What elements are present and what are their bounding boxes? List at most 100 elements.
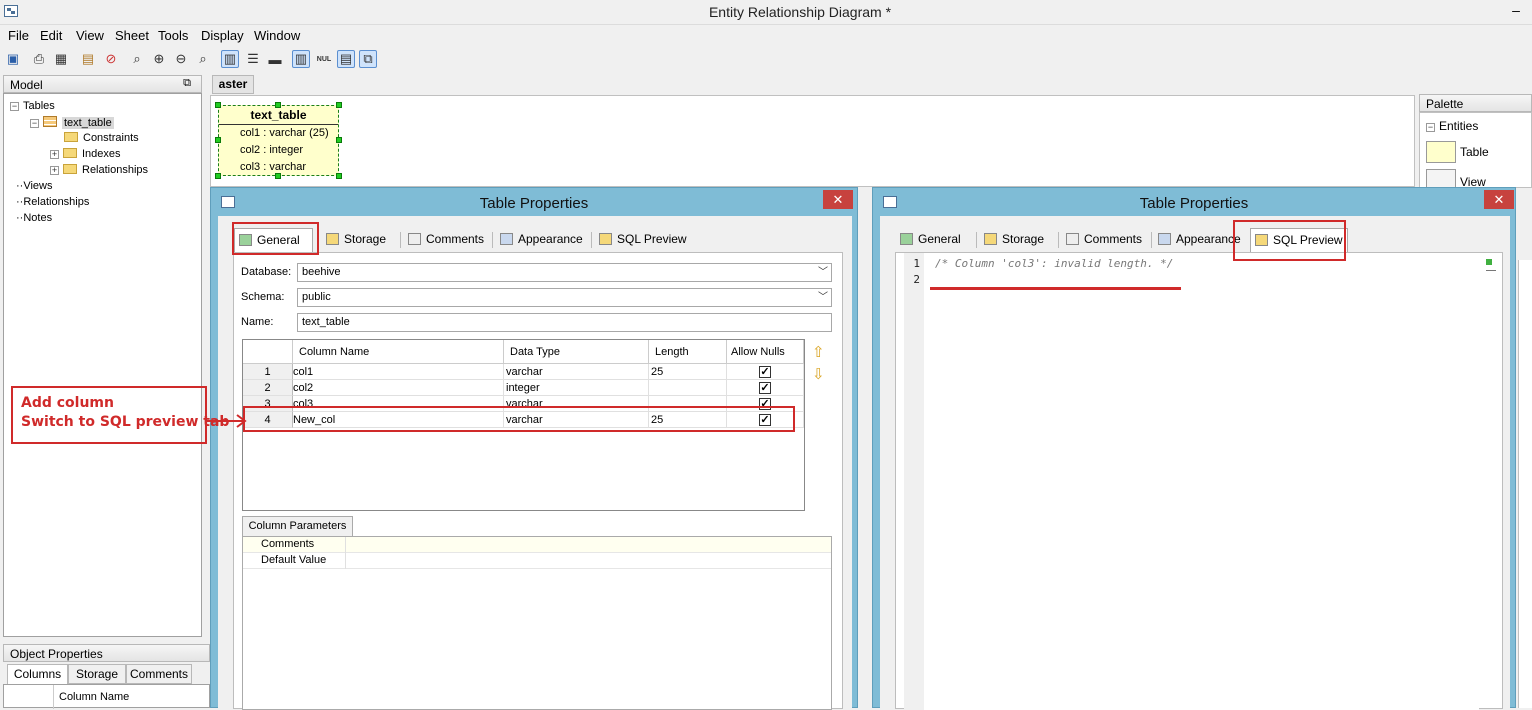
sheet-tab-aster[interactable]: aster — [212, 75, 254, 94]
show-tables-icon[interactable]: ▥ — [221, 50, 239, 68]
show-relations-icon[interactable]: ⧉ — [359, 50, 377, 68]
page-setup-icon[interactable]: ▦ — [52, 50, 70, 68]
move-up-icon[interactable]: ⇧ — [812, 343, 825, 361]
tree-notes[interactable]: ··Notes — [16, 212, 52, 224]
diagram-canvas[interactable] — [210, 95, 1415, 187]
general-page: Database: beehive ﹀ Schema: public ﹀ Name:… — [233, 252, 843, 710]
zoom-out-icon[interactable]: ⊖ — [172, 50, 190, 68]
cell-column-name[interactable]: col2 — [293, 380, 504, 396]
column-name-header: Column Name — [59, 691, 130, 703]
schema-select[interactable]: public ﹀ — [297, 288, 832, 307]
cell-column-name[interactable]: col1 — [293, 364, 504, 380]
layout-icon[interactable]: ▤ — [79, 50, 97, 68]
cell-length[interactable] — [649, 380, 727, 396]
param-comments-label: Comments — [261, 538, 315, 550]
palette-header: Palette — [1419, 94, 1532, 112]
resize-handle[interactable] — [275, 102, 281, 108]
close-button[interactable]: ✕ — [1484, 190, 1514, 209]
tree-relationships[interactable]: ··Relationships — [16, 196, 89, 208]
table-thumbnail-icon[interactable] — [1426, 141, 1456, 163]
palette-item-table[interactable]: Table — [1460, 145, 1489, 159]
dialog-title: Table Properties — [479, 195, 589, 212]
row-number[interactable]: 2 — [243, 380, 293, 396]
show-nulls-icon[interactable]: NUL — [315, 50, 333, 68]
tab-appearance[interactable]: Appearance — [496, 228, 588, 252]
tab-storage[interactable]: Storage — [322, 228, 397, 252]
menu-window[interactable]: Window — [254, 28, 300, 43]
tab-storage[interactable]: Storage — [980, 228, 1055, 252]
tree-indexes[interactable]: + Indexes — [50, 148, 121, 160]
restore-icon[interactable]: ⧉ — [183, 77, 191, 90]
sql-editor[interactable]: /* Column 'col3': invalid length. */ — [924, 253, 1479, 710]
resize-handle[interactable] — [215, 173, 221, 179]
allow-nulls-checkbox[interactable]: ✓ — [759, 366, 771, 378]
cell-data-type[interactable]: integer — [504, 380, 649, 396]
name-input[interactable]: text_table — [297, 313, 832, 332]
entity-title: text_table — [219, 106, 338, 125]
show-types-icon[interactable]: ▥ — [292, 50, 310, 68]
stop-icon[interactable]: ⊘ — [102, 50, 120, 68]
save-icon[interactable]: ▣ — [4, 50, 22, 68]
tab-comments[interactable]: Comments — [404, 228, 490, 252]
menu-file[interactable]: File — [8, 28, 29, 43]
param-row[interactable]: Default Value — [243, 553, 831, 569]
tree-constraints[interactable]: Constraints — [64, 132, 139, 144]
resize-handle[interactable] — [275, 173, 281, 179]
tab-storage[interactable]: Storage — [68, 664, 126, 684]
tab-columns[interactable]: Columns — [7, 664, 68, 684]
col-header-allow-nulls[interactable]: Allow Nulls — [727, 340, 804, 364]
tree-relationships-child[interactable]: + Relationships — [50, 164, 148, 176]
entity-column: col2 : integer — [240, 144, 303, 156]
show-comments-icon[interactable]: ▤ — [337, 50, 355, 68]
show-names-icon[interactable]: ▬ — [266, 50, 284, 68]
col-header-name[interactable]: Column Name — [293, 340, 504, 364]
line-number-gutter: 1 2 — [904, 253, 924, 710]
sql-preview-page: 1 2 /* Column 'col3': invalid length. */ — [895, 252, 1503, 710]
menu-edit[interactable]: Edit — [40, 28, 62, 43]
show-columns-icon[interactable]: ☰ — [244, 50, 262, 68]
cell-data-type[interactable]: varchar — [504, 364, 649, 380]
minimize-button[interactable]: – — [1508, 2, 1524, 20]
cell-length[interactable]: 25 — [649, 364, 727, 380]
tab-comments[interactable]: Comments — [126, 664, 192, 684]
zoom-in-icon[interactable]: ⊕ — [150, 50, 168, 68]
tab-sql-preview[interactable]: SQL Preview — [595, 228, 690, 252]
tree-tables[interactable]: − Tables — [10, 100, 55, 112]
param-row[interactable]: Comments — [243, 537, 831, 553]
allow-nulls-checkbox[interactable]: ✓ — [759, 382, 771, 394]
table-properties-dialog-left: Table Properties ✕ General Storage Comme… — [210, 187, 858, 710]
tab-column-parameters[interactable]: Column Parameters — [242, 516, 353, 536]
palette-section-entities[interactable]: − Entities — [1426, 119, 1478, 133]
tab-comments[interactable]: Comments — [1062, 228, 1148, 252]
zoom-actual-icon[interactable]: ⌕ — [194, 50, 212, 68]
menu-sheet[interactable]: Sheet — [115, 28, 149, 43]
row-number[interactable]: 1 — [243, 364, 293, 380]
print-icon[interactable]: ⎙ — [30, 50, 48, 68]
cell-allow-nulls: ✓ — [727, 364, 804, 380]
zoom-fit-icon[interactable]: ⌕ — [128, 50, 146, 68]
tree-notes-label: Notes — [23, 212, 53, 224]
annotation-line-2: Switch to SQL preview tab — [21, 414, 230, 430]
menu-tools[interactable]: Tools — [158, 28, 188, 43]
resize-handle[interactable] — [215, 137, 221, 143]
folder-icon — [63, 164, 77, 174]
resize-handle[interactable] — [336, 137, 342, 143]
resize-handle[interactable] — [336, 173, 342, 179]
tree-views[interactable]: ··Views — [16, 180, 52, 192]
col-header-length[interactable]: Length — [649, 340, 727, 364]
view-thumbnail-icon[interactable] — [1426, 169, 1456, 189]
tab-general[interactable]: General — [896, 228, 970, 252]
col-header-type[interactable]: Data Type — [504, 340, 649, 364]
menu-display[interactable]: Display — [201, 28, 244, 43]
close-button[interactable]: ✕ — [823, 190, 853, 209]
entity-text-table[interactable]: text_table col1 : varchar (25) col2 : in… — [215, 102, 342, 179]
tree-table-text-table[interactable]: − text_table — [30, 116, 114, 129]
resize-handle[interactable] — [215, 102, 221, 108]
resize-handle[interactable] — [336, 102, 342, 108]
move-down-icon[interactable]: ⇩ — [812, 365, 825, 383]
menu-view[interactable]: View — [76, 28, 104, 43]
database-select[interactable]: beehive ﹀ — [297, 263, 832, 282]
cell-allow-nulls: ✓ — [727, 380, 804, 396]
param-default-value-label: Default Value — [261, 554, 327, 566]
storage-icon — [984, 233, 997, 245]
